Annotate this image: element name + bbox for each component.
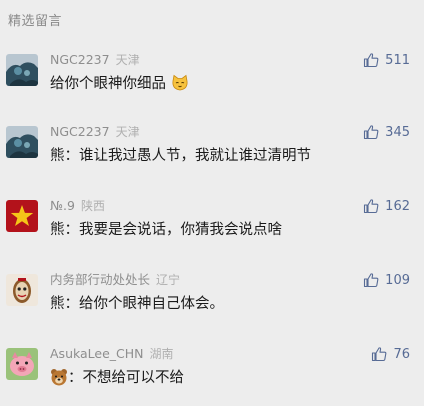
comment-text: 给你个眼神你细品 bbox=[50, 74, 189, 94]
location-label: 辽宁 bbox=[156, 273, 181, 287]
comment-item: 内务部行动处处长 辽宁 109 熊：给你个眼神自己体会。 bbox=[0, 272, 424, 332]
avatar[interactable] bbox=[6, 274, 38, 306]
avatar[interactable] bbox=[6, 200, 38, 232]
comment-item: AsukaLee_CHN 湖南 76 ：不想给可以不给 bbox=[0, 346, 424, 406]
cat-emoji-icon bbox=[172, 74, 188, 91]
like-button[interactable]: 345 bbox=[363, 124, 410, 140]
comment-text: ：不想给可以不给 bbox=[50, 368, 184, 388]
like-button[interactable]: 162 bbox=[363, 198, 410, 214]
comment-item: №.9 陕西 162 熊：我要是会说话，你猜我会说点啥 bbox=[0, 198, 424, 258]
avatar[interactable] bbox=[6, 54, 38, 86]
location-label: 陕西 bbox=[80, 199, 105, 213]
avatar[interactable] bbox=[6, 348, 38, 380]
like-button[interactable]: 76 bbox=[371, 346, 410, 362]
bear-emoji-icon bbox=[51, 369, 67, 386]
location-label: 湖南 bbox=[149, 347, 174, 361]
section-title: 精选留言 bbox=[8, 14, 63, 29]
comment-header: №.9 陕西 bbox=[50, 198, 105, 214]
comment-item: NGC2237 天津 511 给你个眼神你细品 bbox=[0, 52, 424, 112]
comment-text: 熊：我要是会说话，你猜我会说点啥 bbox=[50, 222, 282, 238]
avatar[interactable] bbox=[6, 126, 38, 158]
thumbs-up-icon bbox=[372, 347, 387, 362]
comment-text: 熊：谁让我过愚人节，我就让谁过清明节 bbox=[50, 148, 311, 164]
comment-text: 熊：给你个眼神自己体会。 bbox=[50, 296, 224, 312]
like-count: 76 bbox=[393, 346, 410, 362]
comment-header: 内务部行动处处长 辽宁 bbox=[50, 272, 180, 288]
like-count: 511 bbox=[385, 52, 410, 68]
like-count: 162 bbox=[385, 198, 410, 214]
nickname[interactable]: NGC2237 bbox=[50, 124, 110, 139]
comment-header: NGC2237 天津 bbox=[50, 124, 140, 140]
like-count: 345 bbox=[385, 124, 410, 140]
nickname[interactable]: NGC2237 bbox=[50, 52, 110, 67]
comment-item: NGC2237 天津 345 熊：谁让我过愚人节，我就让谁过清明节 bbox=[0, 124, 424, 184]
comment-header: NGC2237 天津 bbox=[50, 52, 140, 68]
like-button[interactable]: 511 bbox=[363, 52, 410, 68]
thumbs-up-icon bbox=[364, 199, 379, 214]
nickname[interactable]: №.9 bbox=[50, 198, 75, 213]
like-button[interactable]: 109 bbox=[363, 272, 410, 288]
like-count: 109 bbox=[385, 272, 410, 288]
nickname[interactable]: AsukaLee_CHN bbox=[50, 346, 144, 361]
location-label: 天津 bbox=[115, 53, 140, 67]
comment-header: AsukaLee_CHN 湖南 bbox=[50, 346, 174, 362]
thumbs-up-icon bbox=[364, 125, 379, 140]
location-label: 天津 bbox=[115, 125, 140, 139]
nickname[interactable]: 内务部行动处处长 bbox=[50, 272, 150, 287]
thumbs-up-icon bbox=[364, 53, 379, 68]
thumbs-up-icon bbox=[364, 273, 379, 288]
